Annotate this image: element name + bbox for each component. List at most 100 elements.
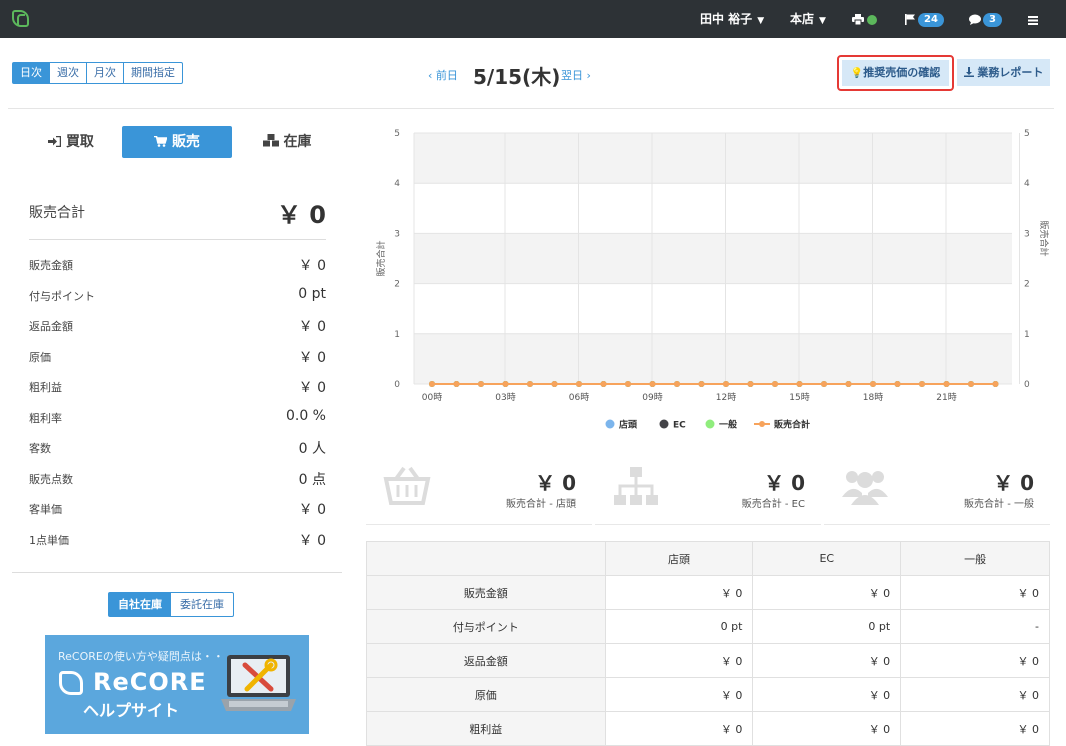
summary-row-label: 返品金額 bbox=[29, 320, 73, 333]
period-monthly[interactable]: 月次 bbox=[87, 63, 124, 83]
user-menu[interactable]: 田中 裕子 ▼ bbox=[700, 0, 764, 38]
summary-row-label: 販売金額 bbox=[29, 259, 73, 272]
legend-label: 店頭 bbox=[619, 419, 638, 431]
table-row-label: 返品金額 bbox=[366, 643, 606, 678]
y-axis-title-left: 販売合計 bbox=[375, 240, 387, 276]
prev-day-link[interactable]: ‹ 前日 bbox=[428, 67, 458, 83]
y-tick-label-right: 3 bbox=[1024, 229, 1030, 239]
users-icon bbox=[842, 471, 888, 505]
summary-row-label: 粗利率 bbox=[29, 411, 62, 425]
user-name: 田中 裕子 bbox=[700, 12, 753, 26]
table-cell: ￥ 0 bbox=[604, 575, 754, 610]
card-general: ￥ 0 販売合計 - 一般 bbox=[824, 455, 1050, 525]
sales-total-label: 販売合計 bbox=[29, 205, 85, 221]
y-tick-label-right: 4 bbox=[1024, 179, 1030, 189]
legend-marker bbox=[659, 419, 669, 429]
table-row: 原価 ￥ 0 ￥ 0 ￥ 0 bbox=[366, 677, 1050, 712]
store-menu[interactable]: 本店 ▼ bbox=[790, 0, 826, 38]
x-tick-label: 15時 bbox=[789, 392, 809, 403]
date-navigation: ‹ 前日 5/15(木) 翌日 › bbox=[428, 58, 598, 89]
recommend-price-button[interactable]: 💡推奨売価の確認 bbox=[842, 60, 949, 86]
chat-badge: 3 bbox=[983, 12, 1002, 27]
period-custom[interactable]: 期間指定 bbox=[124, 63, 182, 83]
period-weekly[interactable]: 週次 bbox=[50, 63, 87, 83]
current-date: 5/15(木) bbox=[473, 65, 561, 89]
tab-sell[interactable]: 販売 bbox=[122, 126, 232, 158]
series-point-3 bbox=[478, 381, 484, 387]
table-header-cell: 一般 bbox=[900, 541, 1050, 576]
summary-row-value: ￥ 0 bbox=[298, 349, 326, 366]
legend-marker bbox=[605, 419, 615, 429]
series-point-3 bbox=[943, 381, 950, 387]
recore-logo-icon[interactable] bbox=[12, 10, 29, 27]
legend-label: 一般 bbox=[719, 419, 738, 431]
cubes-icon bbox=[262, 134, 279, 147]
printer-status[interactable] bbox=[852, 0, 877, 38]
chart-grid-band bbox=[414, 233, 1012, 284]
y-tick-label-left: 5 bbox=[394, 129, 400, 139]
help-site-banner[interactable]: ReCOREの使い方や疑問点は・・・ ReCORE ヘルプサイト bbox=[45, 635, 309, 734]
messages[interactable]: 3 bbox=[969, 0, 1002, 38]
cart-icon bbox=[154, 135, 168, 147]
table-cell: ￥ 0 bbox=[752, 711, 902, 746]
table-cell: ￥ 0 bbox=[900, 677, 1050, 712]
x-tick-label: 18時 bbox=[863, 392, 883, 403]
divider bbox=[8, 108, 1054, 109]
tab-stock[interactable]: 在庫 bbox=[256, 126, 318, 158]
store-name: 本店 bbox=[790, 12, 815, 26]
hamburger-menu[interactable] bbox=[1028, 0, 1038, 38]
x-tick-label: 12時 bbox=[716, 392, 736, 403]
card-general-label: 販売合計 - 一般 bbox=[964, 499, 1034, 510]
banner-help: ヘルプサイト bbox=[83, 701, 180, 720]
sales-hourly-chart: 0 01 12 23 34 45 500時 03時 06時 09時 12時 15時 18時 21時販売合計… bbox=[375, 129, 1050, 431]
chat-icon bbox=[969, 14, 981, 25]
summary-row-label: 原価 bbox=[29, 350, 51, 364]
series-point-3 bbox=[919, 381, 925, 387]
series-point-3 bbox=[772, 381, 778, 387]
table-cell: - bbox=[900, 609, 1050, 644]
summary-row-value: ￥ 0 bbox=[298, 380, 326, 396]
business-report-label: 業務レポート bbox=[977, 66, 1044, 79]
business-report-button[interactable]: 業務レポート bbox=[957, 59, 1050, 86]
x-tick-label: 09時 bbox=[642, 392, 662, 403]
chevron-down-icon: ▼ bbox=[757, 16, 765, 26]
own-stock-button[interactable]: 自社在庫 bbox=[109, 593, 171, 616]
consignment-stock-button[interactable]: 委託在庫 bbox=[171, 593, 233, 616]
table-row-label: 粗利益 bbox=[366, 711, 606, 746]
laptop-tools-icon bbox=[221, 655, 296, 711]
summary-row-value: 0.0 % bbox=[285, 407, 326, 424]
series-point-3 bbox=[968, 381, 974, 387]
table-cell: ￥ 0 bbox=[604, 677, 754, 712]
recommend-price-button-highlight: 💡推奨売価の確認 bbox=[837, 55, 954, 91]
sitemap-icon bbox=[614, 467, 658, 505]
table-cell: ￥ 0 bbox=[900, 711, 1050, 746]
series-point-3 bbox=[992, 381, 999, 387]
summary-row-value: ￥ 0 bbox=[298, 502, 326, 518]
y-tick-label-left: 3 bbox=[394, 229, 400, 239]
chart-grid-band bbox=[414, 133, 1012, 184]
summary-row-value: ￥ 0 bbox=[298, 319, 326, 335]
period-daily[interactable]: 日次 bbox=[13, 63, 50, 83]
x-tick-label: 21時 bbox=[936, 392, 956, 403]
tab-buy[interactable]: 買取 bbox=[40, 126, 102, 158]
x-tick-label: 03時 bbox=[495, 392, 515, 403]
series-point-3 bbox=[674, 381, 680, 387]
y-tick-label-left: 4 bbox=[394, 179, 400, 189]
summary-row-label: 1点単価 bbox=[29, 533, 69, 547]
top-navbar: 田中 裕子 ▼ 本店 ▼ 24 3 bbox=[0, 0, 1066, 38]
summary-cards: ￥ 0 販売合計 - 店頭 ￥ 0 販売合計 - EC ￥ 0 販売合計 - 一… bbox=[366, 455, 1050, 525]
next-day-link[interactable]: 翌日 › bbox=[561, 67, 591, 83]
summary-row-value: ￥ 0 bbox=[298, 258, 326, 274]
printer-online-dot bbox=[867, 14, 877, 25]
legend-label: 販売合計 bbox=[774, 419, 810, 431]
card-store-label: 販売合計 - 店頭 bbox=[506, 499, 576, 510]
table-header-row: 店頭 EC 一般 bbox=[366, 541, 1050, 576]
banner-brand: ReCORE bbox=[93, 668, 207, 696]
table-cell: ￥ 0 bbox=[604, 711, 754, 746]
tab-sell-label: 販売 bbox=[171, 134, 200, 150]
lightbulb-icon: 💡 bbox=[850, 68, 864, 79]
card-ec: ￥ 0 販売合計 - EC bbox=[595, 455, 821, 525]
notifications-flag[interactable]: 24 bbox=[905, 0, 944, 38]
table-cell: ￥ 0 bbox=[900, 643, 1050, 678]
table-row: 粗利益 ￥ 0 ￥ 0 ￥ 0 bbox=[366, 711, 1050, 746]
